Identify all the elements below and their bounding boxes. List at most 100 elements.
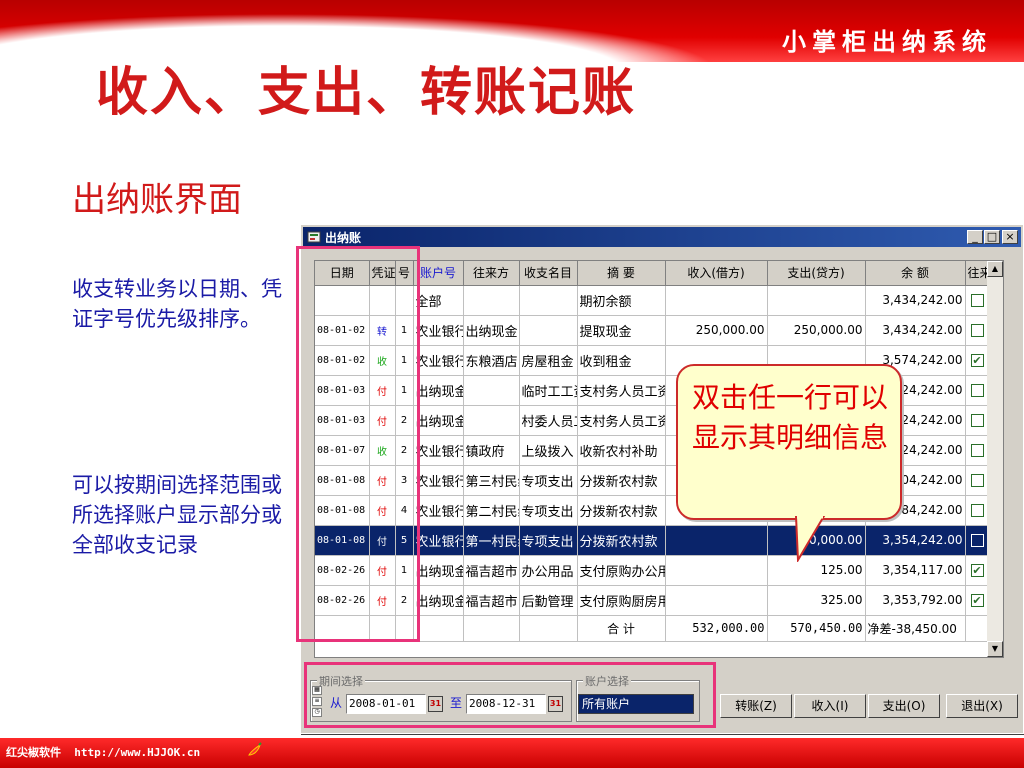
cell-summary: 分拨新农村款 [577, 495, 666, 526]
scroll-up-arrow-icon[interactable]: ▲ [987, 261, 1003, 277]
col-header-item[interactable]: 收支名目 [519, 261, 578, 286]
cell-balance: 3,354,117.00 [865, 555, 966, 586]
checkbox-icon[interactable]: ✔ [970, 353, 984, 367]
cell-summary: 支村务人员工资 [577, 375, 666, 406]
vertical-scrollbar[interactable]: ▲ ▼ [987, 261, 1003, 657]
period-tool-icons[interactable]: ▦ ≡ ◷ [312, 686, 324, 720]
cell-num: 1 [395, 555, 414, 586]
col-header-balance[interactable]: 余 额 [865, 261, 966, 286]
app-icon [307, 231, 321, 243]
cell-account: 农业银行 [413, 435, 464, 466]
from-date-picker-icon[interactable]: 31 [428, 696, 443, 712]
cell-party: 第一村民组 [463, 525, 520, 556]
cell-party: 第三村民组 [463, 465, 520, 496]
close-button[interactable]: × [1002, 230, 1018, 244]
from-label: 从 [330, 696, 343, 710]
col-header-contact[interactable]: 往来 [965, 261, 990, 286]
period-legend: 期间选择 [317, 673, 365, 689]
cell-income [665, 525, 768, 556]
to-date-input[interactable]: 2008-12-31 [466, 694, 546, 714]
col-header-party[interactable]: 往来方 [463, 261, 520, 286]
col-header-date[interactable]: 日期 [315, 261, 370, 286]
cell-item [519, 315, 578, 346]
cell-date: 08-01-08 [315, 495, 370, 526]
col-header-expense[interactable]: 支出(贷方) [767, 261, 866, 286]
from-date-input[interactable]: 2008-01-01 [346, 694, 426, 714]
window-title: 出纳账 [325, 231, 362, 245]
table-row[interactable]: 08-02-26付2出纳现金福吉超市后勤管理支付原购厨房用品 325.003,35… [315, 585, 990, 616]
cell-contact-check [965, 525, 990, 556]
table-row[interactable]: 08-01-02 转 1 农业银行 出纳现金 提取现金 250,000.00 250,000.… [315, 315, 990, 346]
cell-type: 付 [369, 525, 396, 556]
cell-num: 2 [395, 435, 414, 466]
list-icon[interactable]: ≡ [312, 697, 322, 706]
checkbox-icon[interactable] [970, 473, 984, 487]
col-header-voucher[interactable]: 凭证 [369, 261, 396, 286]
cell-item: 后勤管理 [519, 585, 578, 616]
checkbox-icon[interactable]: ✔ [970, 593, 984, 607]
to-label: 至 [450, 696, 463, 710]
note-filter: 可以按期间选择范围或所选择账户显示部分或全部收支记录 [72, 473, 282, 557]
cell-item: 上级拨入 [519, 435, 578, 466]
expense-button[interactable]: 支出(O) [868, 694, 940, 718]
cell-account: 出纳现金 [413, 375, 464, 406]
cell-income [665, 285, 768, 316]
cell-contact-check: ✔ [965, 585, 990, 616]
checkbox-icon[interactable] [970, 413, 984, 427]
maximize-button[interactable]: □ [984, 230, 1000, 244]
slide-title: 收入、支出、转账记账 [96, 62, 637, 123]
to-date-picker-icon[interactable]: 31 [548, 696, 563, 712]
cell-account: 全部 [413, 285, 464, 316]
cell-contact-check: ✔ [965, 345, 990, 376]
cell-num: 3 [395, 465, 414, 496]
table-row[interactable]: 全部 期初余额 3,434,242.00 [315, 285, 990, 316]
cell-num: 1 [395, 345, 414, 376]
cell-date: 08-01-03 [315, 375, 370, 406]
scroll-down-arrow-icon[interactable]: ▼ [987, 641, 1003, 657]
checkbox-icon[interactable] [970, 323, 984, 337]
cell-summary: 提取现金 [577, 315, 666, 346]
col-header-income[interactable]: 收入(借方) [665, 261, 768, 286]
cell-item: 村委人员工资 [519, 405, 578, 436]
callout-text: 双击任一行可以显示其明细信息 [692, 381, 889, 454]
checkbox-icon[interactable]: ✔ [970, 563, 984, 577]
cell-account: 农业银行 [413, 495, 464, 526]
cell-account: 农业银行 [413, 315, 464, 346]
account-legend: 账户选择 [583, 673, 631, 689]
table-row[interactable]: 08-01-08付5农业银行第一村民组专项支出分拨新农村款30,000.003,… [315, 525, 990, 556]
col-header-number[interactable]: 号 [395, 261, 414, 286]
income-button[interactable]: 收入(I) [794, 694, 866, 718]
cell-contact-check [965, 285, 990, 316]
cell-party: 出纳现金 [463, 315, 520, 346]
cell-income: 250,000.00 [665, 315, 768, 346]
checkbox-icon[interactable] [970, 533, 984, 547]
cell-date: 08-01-02 [315, 315, 370, 346]
window-titlebar[interactable]: 出纳账 _ □ × [303, 227, 1021, 247]
cell-date: 08-02-26 [315, 555, 370, 586]
cell-type: 转 [369, 315, 396, 346]
clock-icon[interactable]: ◷ [312, 708, 322, 717]
cell-type: 付 [369, 405, 396, 436]
col-header-summary[interactable]: 摘 要 [577, 261, 666, 286]
col-header-account[interactable]: 账户号 [413, 261, 464, 286]
cell-item: 专项支出 [519, 495, 578, 526]
checkbox-icon[interactable] [970, 383, 984, 397]
table-row[interactable]: 08-02-26付1出纳现金福吉超市办公用品支付原购办公用品125.003,35… [315, 555, 990, 586]
calendar-icon[interactable]: ▦ [312, 686, 322, 695]
cell-date: 08-01-02 [315, 345, 370, 376]
checkbox-icon[interactable] [970, 503, 984, 517]
cell-account: 农业银行 [413, 345, 464, 376]
account-select[interactable]: 所有账户 [578, 694, 694, 714]
exit-button[interactable]: 退出(X) [946, 694, 1018, 718]
checkbox-icon[interactable] [970, 443, 984, 457]
cell-type [369, 285, 396, 316]
checkbox-icon[interactable] [970, 293, 984, 307]
transfer-button[interactable]: 转账(Z) [720, 694, 792, 718]
cell-date: 08-01-03 [315, 405, 370, 436]
cell-account: 农业银行 [413, 465, 464, 496]
cell-expense: 325.00 [767, 585, 866, 616]
minimize-button[interactable]: _ [967, 230, 983, 244]
cell-contact-check [965, 405, 990, 436]
cell-summary: 期初余额 [577, 285, 666, 316]
totals-row: 合 计 532,000.00 570,450.00 净差-38,450.00 [315, 615, 990, 642]
